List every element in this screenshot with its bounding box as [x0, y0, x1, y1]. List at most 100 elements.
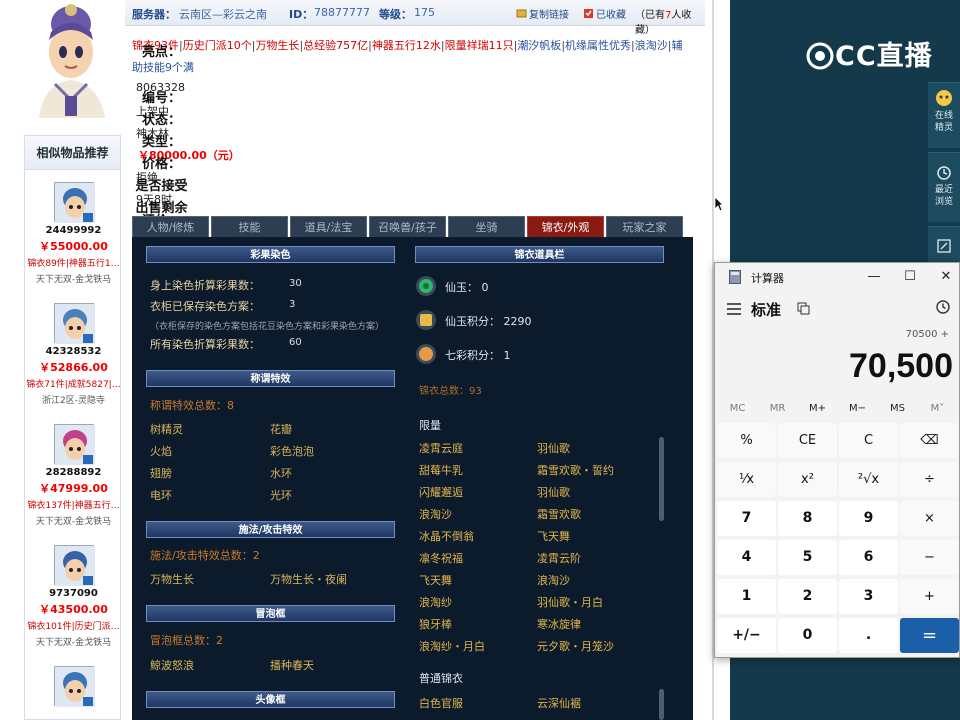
calc-key[interactable]: 3	[839, 579, 898, 614]
title-effect-item: 水环	[270, 467, 292, 480]
bubble-frame-item: 鲸波怒浪	[150, 659, 194, 672]
similar-item-id: 9737090	[49, 588, 98, 599]
memory-button[interactable]: M−	[837, 403, 878, 414]
similar-item[interactable]: 9737090 ￥43500.00 锦衣101件|历史门派… 天下无双-金戈铁马	[25, 545, 122, 648]
memory-button[interactable]: M˅	[917, 403, 958, 414]
memory-button[interactable]: MS	[877, 403, 918, 414]
limited-heading: 限量	[419, 419, 441, 432]
cc-tile-edit[interactable]	[928, 226, 960, 266]
calc-key[interactable]: 7	[717, 501, 776, 536]
calc-key[interactable]: 1	[717, 579, 776, 614]
calc-key[interactable]: 5	[778, 540, 837, 575]
limited-scrollbar[interactable]	[659, 437, 664, 521]
calc-key[interactable]: ×	[900, 501, 959, 536]
calc-key[interactable]: +/−	[717, 618, 776, 653]
highlight-item[interactable]: 总经验757亿	[303, 39, 368, 52]
similar-item-id: 42328532	[45, 346, 102, 357]
calc-key[interactable]: ²√x	[839, 462, 898, 497]
memory-button[interactable]: MC	[717, 403, 758, 414]
similar-item[interactable]: 24499992 ￥55000.00 锦衣89件|神器五行1… 天下无双-金戈铁马	[25, 182, 122, 285]
highlight-item[interactable]: 浪淘沙	[635, 39, 668, 52]
calc-key[interactable]: ÷	[900, 462, 959, 497]
similar-item[interactable]: 42328532 ￥52866.00 锦衣71件|成就5827|… 浙江2区-灵隐寺	[25, 303, 122, 406]
calc-key[interactable]: −	[900, 540, 959, 575]
bubble-frames-total: 冒泡框总数：2	[150, 634, 223, 647]
similar-item-id: 28288892	[45, 467, 102, 478]
tab-3[interactable]: 召唤兽/孩子	[369, 216, 446, 237]
highlight-item[interactable]: 万物生长	[255, 39, 299, 52]
jade-points-label: 仙玉积分： 2290	[445, 315, 532, 328]
limited-item: 凛冬祝福	[419, 552, 463, 565]
close-button[interactable]: ✕	[931, 267, 960, 287]
similar-item[interactable]: 28288892 ￥47999.00 锦衣137件|神器五行… 天下无双-金戈铁马	[25, 424, 122, 527]
calc-key[interactable]: C	[839, 423, 898, 458]
calc-key[interactable]: %	[717, 423, 776, 458]
limited-item: 凌霄云阶	[537, 552, 581, 565]
highlights-list: 锦衣93件|历史门派10个|万物生长|总经验757亿|神器五行12水|限量祥瑞1…	[132, 39, 682, 74]
history-icon[interactable]	[935, 299, 951, 315]
limited-item: 冰晶不倒翁	[419, 530, 474, 543]
menu-icon[interactable]	[727, 303, 741, 315]
highlight-item[interactable]: 神器五行12水	[372, 39, 441, 52]
number-row: 编号： 8063328	[136, 81, 185, 106]
spell-effect-item: 万物生长・夜阑	[270, 573, 347, 586]
similar-item-avatar	[53, 424, 95, 465]
calc-key[interactable]: =	[900, 618, 959, 653]
type-row: 类型： 神木林	[136, 127, 181, 150]
dye-row-1-label: 身上染色折算彩果数：	[150, 279, 260, 292]
similar-item-server: 天下无双-金戈铁马	[35, 638, 112, 648]
calc-key[interactable]: 6	[839, 540, 898, 575]
tab-6[interactable]: 玩家之家	[606, 216, 683, 237]
cc-tile-recent[interactable]: 最近浏览	[928, 152, 960, 222]
calc-key[interactable]: 9	[839, 501, 898, 536]
calc-key[interactable]: 8	[778, 501, 837, 536]
highlight-item[interactable]: 历史门派10个	[183, 39, 252, 52]
title-effect-item: 火焰	[150, 445, 172, 458]
section-title-effects: 称谓特效	[146, 370, 395, 387]
calc-key[interactable]: .	[839, 618, 898, 653]
highlights-label: 亮点：	[141, 45, 181, 60]
similar-item[interactable]	[25, 666, 122, 712]
normal-scrollbar[interactable]	[659, 689, 664, 720]
favorite-button[interactable]: 已收藏	[583, 6, 626, 21]
calc-key[interactable]: ⌫	[900, 423, 959, 458]
section-dye: 彩果染色	[146, 246, 395, 263]
calculator-titlebar[interactable]: 计算器 — ☐ ✕	[715, 263, 960, 291]
calc-key[interactable]: CE	[778, 423, 837, 458]
status-row: 状态： 上架中	[136, 105, 181, 128]
id-value: 78877777	[314, 6, 370, 19]
tab-5[interactable]: 锦衣/外观	[527, 216, 604, 237]
edit-icon	[937, 239, 951, 253]
tab-0[interactable]: 人物/修炼	[132, 216, 209, 237]
memory-button[interactable]: M+	[797, 403, 838, 414]
highlight-item[interactable]: 机缘属性优秀	[565, 39, 631, 52]
similar-item-price: ￥52866.00	[39, 361, 108, 374]
calc-key[interactable]: ⅟x	[717, 462, 776, 497]
highlight-item[interactable]: 潮汐帆板	[517, 39, 561, 52]
tab-2[interactable]: 道具/法宝	[290, 216, 367, 237]
similar-item-highlights: 锦衣71件|成就5827|…	[26, 380, 121, 390]
calc-key[interactable]: 2	[778, 579, 837, 614]
dye-row-3-label: 所有染色折算彩果数：	[150, 338, 260, 351]
calc-key[interactable]: 4	[717, 540, 776, 575]
maximize-button[interactable]: ☐	[895, 267, 925, 287]
memory-button[interactable]: MR	[757, 403, 798, 414]
tab-1[interactable]: 技能	[211, 216, 288, 237]
dye-row-1-value: 30	[289, 278, 302, 289]
title-effect-item: 花瓣	[270, 423, 292, 436]
detail-tabs: 人物/修炼 技能 道具/法宝 召唤兽/孩子 坐骑 锦衣/外观 玩家之家	[132, 216, 693, 237]
cc-logo: CC直播	[805, 34, 933, 73]
cc-tile-sprite[interactable]: 在线精灵	[928, 82, 960, 148]
highlight-item[interactable]: 限量祥瑞11只	[445, 39, 514, 52]
similar-item-server: 浙江2区-灵隐寺	[42, 396, 105, 406]
tab-4[interactable]: 坐骑	[448, 216, 525, 237]
calc-key[interactable]: x²	[778, 462, 837, 497]
copy-link-button[interactable]: 复制链接	[516, 6, 569, 21]
limited-item: 浪淘纱	[419, 596, 452, 609]
calc-key[interactable]: 0	[778, 618, 837, 653]
mouse-cursor-icon	[714, 196, 724, 212]
section-bubble-frames: 冒泡框	[146, 605, 395, 622]
keep-on-top-icon[interactable]	[797, 302, 810, 315]
minimize-button[interactable]: —	[859, 267, 889, 287]
calc-key[interactable]: +	[900, 579, 959, 614]
